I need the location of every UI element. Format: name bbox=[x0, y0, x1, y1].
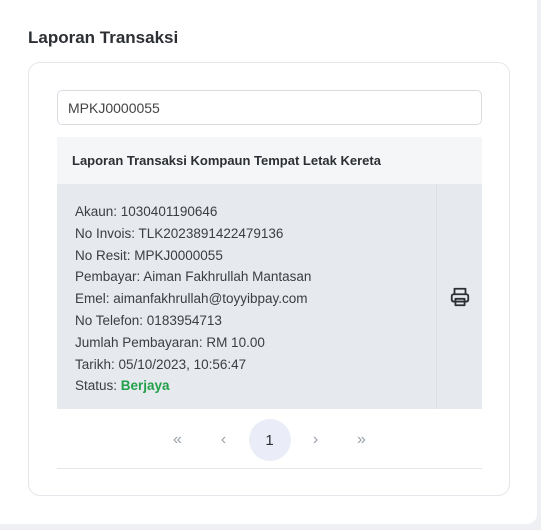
status-badge: Berjaya bbox=[120, 378, 170, 394]
phone-text: No Telefon: 0183954713 bbox=[75, 312, 222, 328]
search-input[interactable] bbox=[57, 90, 482, 125]
printer-icon bbox=[450, 287, 469, 306]
report-panel: Laporan Transaksi Laporan Transaksi Komp… bbox=[0, 0, 537, 524]
amount-text: Jumlah Pembayaran: RM 10.00 bbox=[75, 334, 265, 350]
invoice-text: No Invois: TLK2023891422479136 bbox=[75, 225, 284, 241]
email-text: Emel: aimanfakhrullah@toyyibpay.com bbox=[75, 291, 308, 307]
page-1-button[interactable]: 1 bbox=[248, 419, 291, 461]
transaction-table: Laporan Transaksi Kompaun Tempat Letak K… bbox=[57, 137, 482, 409]
next-page-button[interactable]: › bbox=[293, 419, 339, 461]
page-title: Laporan Transaksi bbox=[28, 28, 179, 47]
divider bbox=[57, 468, 482, 469]
table-header: Laporan Transaksi Kompaun Tempat Letak K… bbox=[57, 137, 482, 184]
first-page-button[interactable]: « bbox=[155, 419, 201, 461]
status-line: Status: Berjaya bbox=[75, 375, 436, 397]
status-label: Status: bbox=[75, 378, 121, 394]
date-text: Tarikh: 05/10/2023, 10:56:47 bbox=[75, 356, 247, 372]
prev-page-button[interactable]: ‹ bbox=[201, 419, 247, 461]
report-card: Laporan Transaksi Kompaun Tempat Letak K… bbox=[28, 62, 510, 496]
payer-text: Pembayar: Aiman Fakhrullah Mantasan bbox=[75, 269, 312, 285]
receipt-text: No Resit: MPKJ0000055 bbox=[75, 247, 223, 263]
row-action-cell bbox=[436, 184, 482, 409]
print-button[interactable] bbox=[447, 284, 473, 310]
table-row: Akaun: 1030401190646 No Invois: TLK20238… bbox=[57, 184, 482, 409]
account-text: Akaun: 1030401190646 bbox=[75, 204, 218, 219]
pagination: « ‹ 1 › » bbox=[57, 415, 482, 465]
last-page-button[interactable]: » bbox=[339, 419, 385, 461]
transaction-details: Akaun: 1030401190646 No Invois: TLK20238… bbox=[57, 184, 436, 409]
